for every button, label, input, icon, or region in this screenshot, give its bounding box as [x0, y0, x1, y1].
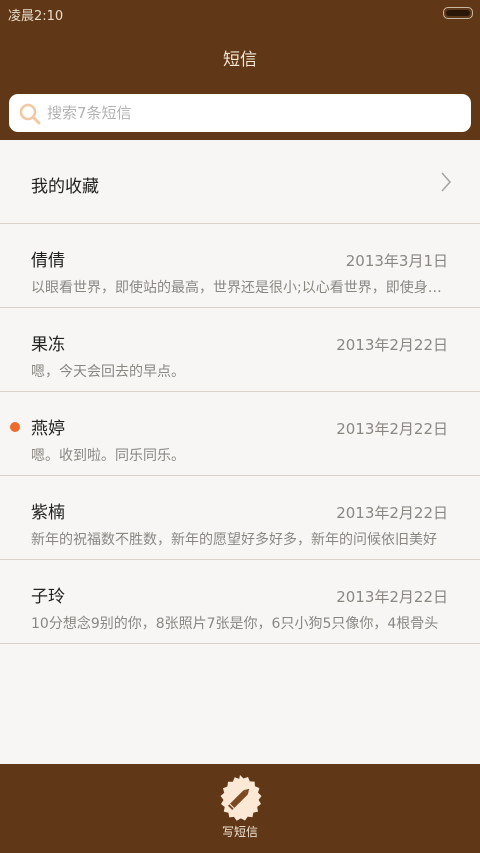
- conversation-list: 我的收藏 倩倩 2013年3月1日 以眼看世界，即使站的最高，世界还是很小;以心…: [0, 140, 480, 644]
- page-title: 短信: [223, 50, 257, 70]
- status-bar: 凌晨2:10: [0, 0, 480, 26]
- message-preview: 以眼看世界，即使站的最高，世界还是很小;以心看世界，即使身处斗室，世界也很广阔: [31, 280, 451, 296]
- favorites-row[interactable]: 我的收藏: [0, 140, 480, 224]
- search-icon: [19, 103, 41, 125]
- bottom-bar: 写短信: [0, 764, 480, 853]
- message-preview: 嗯，今天会回去的早点。: [31, 364, 185, 380]
- compose-label: 写短信: [221, 825, 258, 839]
- message-date: 2013年2月22日: [336, 504, 448, 522]
- contact-name: 紫楠: [31, 503, 65, 523]
- message-date: 2013年2月22日: [336, 588, 448, 606]
- status-time: 凌晨2:10: [8, 9, 64, 24]
- conversation-row-yanting[interactable]: 燕婷 2013年2月22日 嗯。收到啦。同乐同乐。: [0, 392, 480, 476]
- search-input[interactable]: [47, 94, 461, 132]
- conversation-row-qianqian[interactable]: 倩倩 2013年3月1日 以眼看世界，即使站的最高，世界还是很小;以心看世界，即…: [0, 224, 480, 308]
- conversation-row-guodong[interactable]: 果冻 2013年2月22日 嗯，今天会回去的早点。: [0, 308, 480, 392]
- unread-dot-icon: [10, 422, 20, 432]
- compose-button[interactable]: [214, 774, 266, 826]
- contact-name: 子玲: [31, 587, 65, 607]
- message-date: 2013年2月22日: [336, 420, 448, 438]
- search-box[interactable]: [9, 94, 471, 132]
- contact-name: 果冻: [31, 335, 65, 355]
- message-preview: 10分想念9别的你，8张照片7张是你，6只小狗5只像你，4根骨头: [31, 616, 439, 632]
- favorites-label: 我的收藏: [31, 177, 99, 197]
- message-preview: 嗯。收到啦。同乐同乐。: [31, 448, 185, 464]
- chevron-right-icon: [441, 172, 452, 192]
- message-preview: 新年的祝福数不胜数，新年的愿望好多好多，新年的问候依旧美好: [31, 532, 437, 548]
- message-date: 2013年2月22日: [336, 336, 448, 354]
- battery-level: [446, 10, 470, 16]
- conversation-row-ziling[interactable]: 子玲 2013年2月22日 10分想念9别的你，8张照片7张是你，6只小狗5只像…: [0, 560, 480, 644]
- conversation-row-zinan[interactable]: 紫楠 2013年2月22日 新年的祝福数不胜数，新年的愿望好多好多，新年的问候依…: [0, 476, 480, 560]
- contact-name: 倩倩: [31, 251, 65, 271]
- top-bar: 凌晨2:10 短信: [0, 0, 480, 140]
- battery-icon: [443, 7, 473, 19]
- message-date: 2013年3月1日: [345, 252, 448, 270]
- contact-name: 燕婷: [31, 419, 65, 439]
